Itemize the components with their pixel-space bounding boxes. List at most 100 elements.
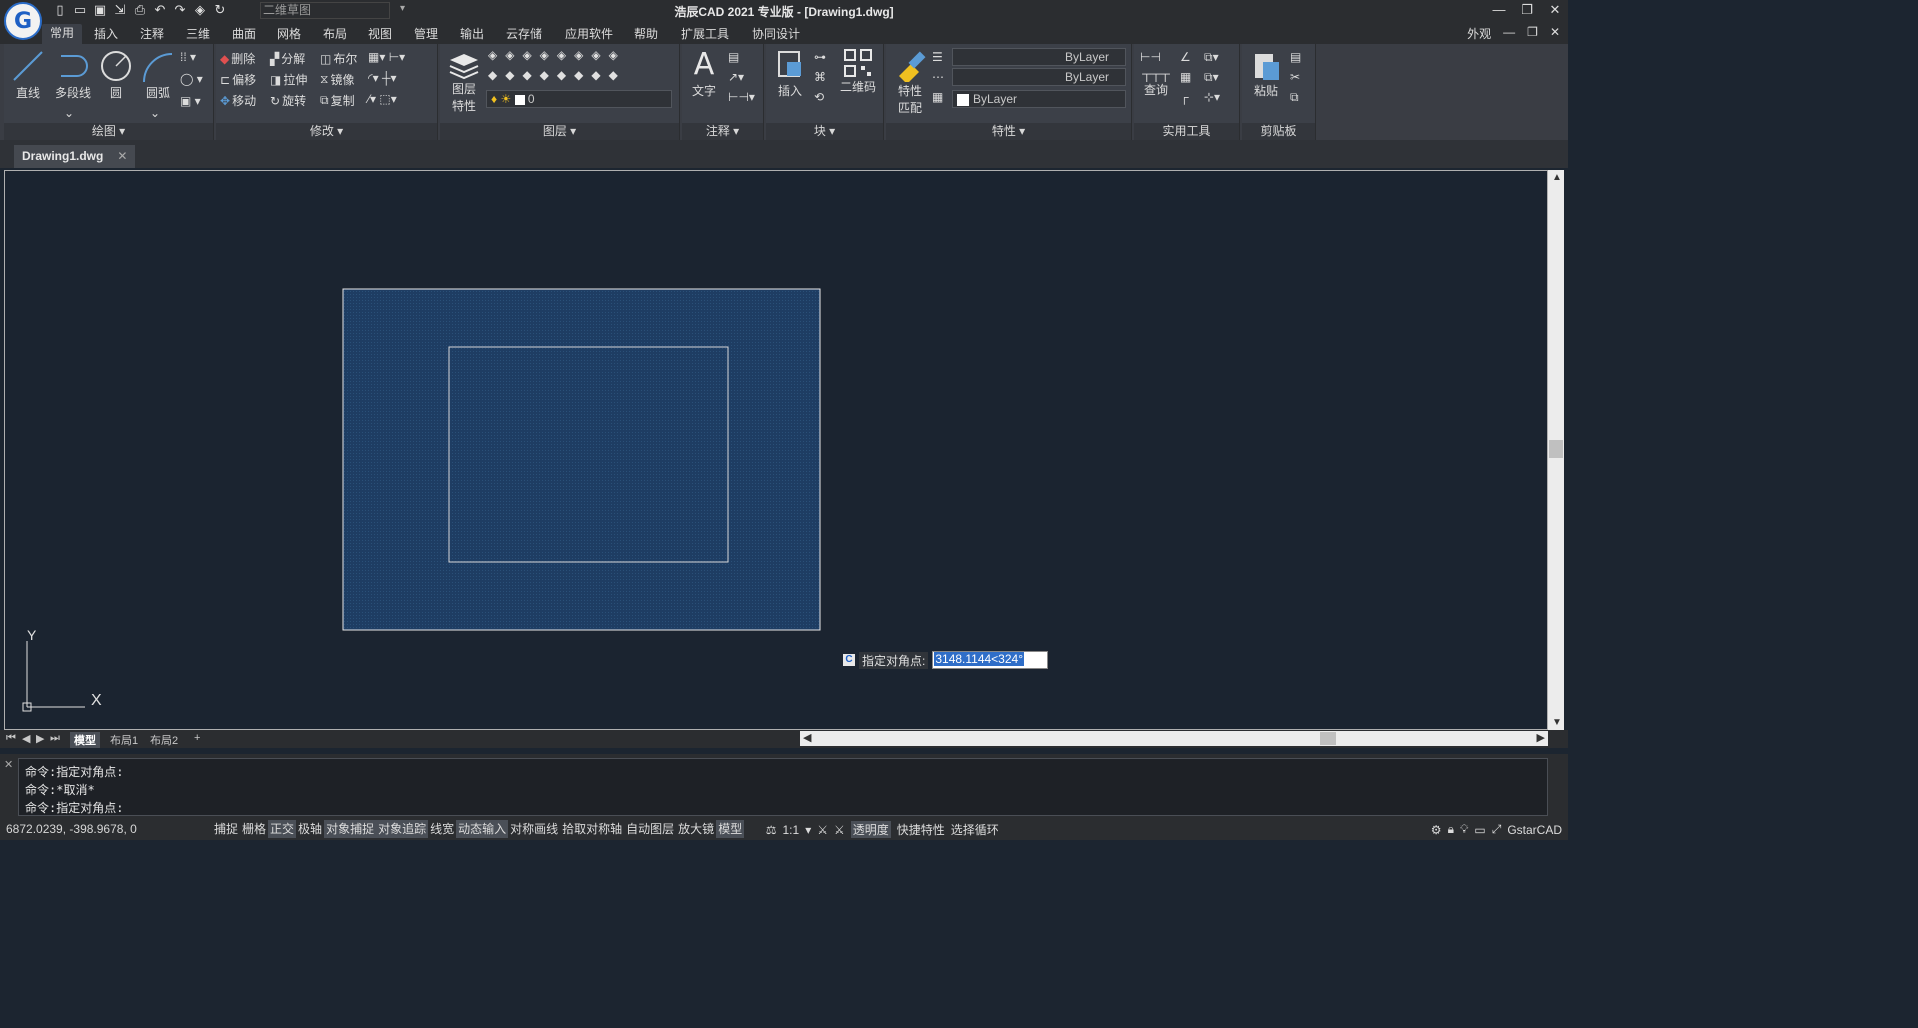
status-toggle[interactable]: 对象追踪 [376, 820, 429, 838]
annotation-visibility-icon[interactable]: ⚔ [817, 823, 828, 837]
status-toggle[interactable]: 模型 [716, 820, 745, 838]
prompt-input[interactable]: 3148.1144<324° [932, 651, 1049, 669]
mirror-button[interactable]: ⧖ 镜像 [320, 71, 354, 88]
block-panel-title[interactable]: 块 ▾ [766, 123, 883, 140]
offset-button[interactable]: ⊏ 偏移 [220, 71, 256, 88]
fillet-icon[interactable]: ◜▾ ┼▾ [368, 71, 397, 85]
save-as-icon[interactable]: ⇲ [112, 2, 128, 18]
trim-icon[interactable]: ⁄▾ ⬚▾ [368, 92, 397, 106]
tab-3d[interactable]: 三维 [186, 25, 210, 42]
status-toggle[interactable]: 动态输入 [456, 820, 509, 838]
block-define-icon[interactable]: ⌘ [814, 70, 826, 84]
move-button[interactable]: ✥ 移动 [220, 92, 256, 109]
dimension-icon[interactable]: ⊢⊣▾ [728, 90, 755, 104]
scroll-right-icon[interactable]: ▶ [1537, 731, 1545, 744]
print-icon[interactable]: ⎙ [132, 2, 148, 18]
match-properties-button[interactable]: 特性 匹配 [890, 48, 930, 116]
tab-ext-tools[interactable]: 扩展工具 [681, 25, 729, 42]
vertical-scrollbar[interactable]: ▲ ▼ [1548, 170, 1564, 730]
properties-panel-title[interactable]: 特性 ▾ [886, 123, 1131, 140]
tab-collab[interactable]: 协同设计 [752, 25, 800, 42]
copy-base-icon[interactable]: ⧉ [1290, 90, 1299, 105]
tab-surface[interactable]: 曲面 [232, 25, 256, 42]
chevron-down-icon[interactable]: ⌄ [64, 106, 74, 120]
ellipse-icon[interactable]: ◯ ▾ [180, 72, 203, 86]
new-file-icon[interactable]: ▯ [52, 2, 68, 18]
tab-model[interactable]: 模型 [70, 732, 100, 748]
gear-icon[interactable]: ⚙ [1431, 823, 1442, 837]
block-attr-icon[interactable]: ⟲ [814, 90, 824, 104]
annotation-scale-icon[interactable]: ⚖ [766, 823, 777, 837]
tab-manage[interactable]: 管理 [414, 25, 438, 42]
workspace-icon[interactable]: ◈ [192, 2, 208, 18]
color-select[interactable]: ByLayer [952, 48, 1126, 66]
explode-button[interactable]: ▞ 分解 [270, 50, 305, 67]
block-edit-icon[interactable]: ⊶ [814, 50, 826, 64]
fullscreen-icon[interactable]: ⤢ [1492, 822, 1502, 837]
text-button[interactable]: A 文字 [684, 48, 724, 99]
polyline-button[interactable]: 多段线 [50, 48, 96, 101]
close-icon[interactable]: ✕ [1548, 2, 1562, 18]
scroll-left-icon[interactable]: ◀ [803, 731, 811, 744]
circle-button[interactable]: 圆 [96, 48, 136, 101]
copy-clip-icon[interactable]: ▤ [1290, 50, 1301, 64]
calculator-icon[interactable]: ▦ [1180, 70, 1191, 84]
erase-button[interactable]: ◆ 删除 [220, 50, 255, 67]
next-layout-icon[interactable]: ▶ [36, 732, 44, 745]
tab-home[interactable]: 常用 [42, 24, 83, 44]
tab-apps[interactable]: 应用软件 [565, 25, 613, 42]
tab-help[interactable]: 帮助 [634, 25, 658, 42]
point-icon[interactable]: ⁞⁞ ▾ [180, 50, 196, 64]
tab-annotate[interactable]: 注释 [140, 25, 164, 42]
group-icon[interactable]: ⧉▾ [1204, 50, 1219, 65]
annotation-scale[interactable]: 1:1 [783, 823, 800, 837]
cut-icon[interactable]: ✂ [1290, 70, 1300, 84]
doc-minimize-icon[interactable]: — [1503, 25, 1515, 42]
color-icon[interactable]: ▦ [932, 90, 943, 104]
scroll-up-icon[interactable]: ▲ [1552, 172, 1562, 183]
appearance-menu[interactable]: 外观 [1467, 25, 1491, 42]
query-button[interactable]: ┬┬┬ 查询 [1136, 66, 1176, 98]
arc-button[interactable]: 圆弧 [138, 48, 178, 101]
ucs-icon[interactable]: ┌ [1180, 90, 1189, 104]
copy-button[interactable]: ⧉ 复制 [320, 92, 355, 109]
rotate-button[interactable]: ↻ 旋转 [270, 92, 306, 109]
tab-layout2[interactable]: 布局2 [150, 732, 178, 748]
document-tab[interactable]: Drawing1.dwg ✕ [14, 145, 136, 168]
lightbulb-icon[interactable]: 💡︎ [1460, 822, 1468, 837]
table-icon[interactable]: ▤ [728, 50, 739, 64]
status-toggle[interactable]: 自动图层 [624, 820, 676, 838]
leader-icon[interactable]: ↗▾ [728, 70, 744, 84]
paste-button[interactable]: 粘贴 [1246, 48, 1286, 99]
drawing-canvas[interactable]: Y X C 指定对角点: 3148.1144<324° [4, 170, 1548, 730]
status-toggle[interactable]: 正交 [268, 820, 297, 838]
status-toggle[interactable]: 线宽 [428, 820, 456, 838]
layer-properties-button[interactable]: 图层 特性 [444, 48, 484, 114]
undo-icon[interactable]: ↶ [152, 2, 168, 18]
tab-output[interactable]: 输出 [460, 25, 484, 42]
tab-layout1[interactable]: 布局1 [110, 732, 138, 748]
command-history[interactable]: 命令:指定对角点: 命令:*取消* 命令:指定对角点: [18, 758, 1548, 816]
restore-icon[interactable]: ❐ [1520, 2, 1534, 18]
chevron-down-icon[interactable]: ⌄ [150, 106, 160, 120]
last-layout-icon[interactable]: ⏭ [50, 732, 60, 745]
angle-icon[interactable]: ∠ [1180, 50, 1191, 64]
close-tab-icon[interactable]: ✕ [117, 149, 127, 163]
qat-customize-icon[interactable]: ▾ [400, 3, 405, 14]
linetype-icon[interactable]: ⋯ [932, 70, 944, 84]
qrcode-button[interactable]: 二维码 [836, 48, 880, 95]
app-logo[interactable]: G [4, 2, 42, 40]
status-toggle[interactable]: 栅格 [240, 820, 268, 838]
annotation-panel-title[interactable]: 注释 ▾ [682, 123, 763, 140]
lock-icon[interactable]: 🔒︎ [1448, 822, 1454, 837]
tab-mesh[interactable]: 网格 [277, 25, 301, 42]
array-icon[interactable]: ▦▾ ⊢▾ [368, 50, 405, 64]
measure-icon[interactable]: ⊢⊣ [1140, 50, 1161, 64]
lineweight-select[interactable]: ByLayer [952, 90, 1126, 108]
tab-cloud[interactable]: 云存储 [506, 25, 542, 42]
layer-select[interactable]: ♦ ☀ 0 [486, 90, 672, 108]
tab-insert[interactable]: 插入 [94, 25, 118, 42]
open-folder-icon[interactable]: ▭ [72, 2, 88, 18]
status-toggle[interactable]: 对称画线 [508, 820, 560, 838]
tab-layout[interactable]: 布局 [323, 25, 347, 42]
